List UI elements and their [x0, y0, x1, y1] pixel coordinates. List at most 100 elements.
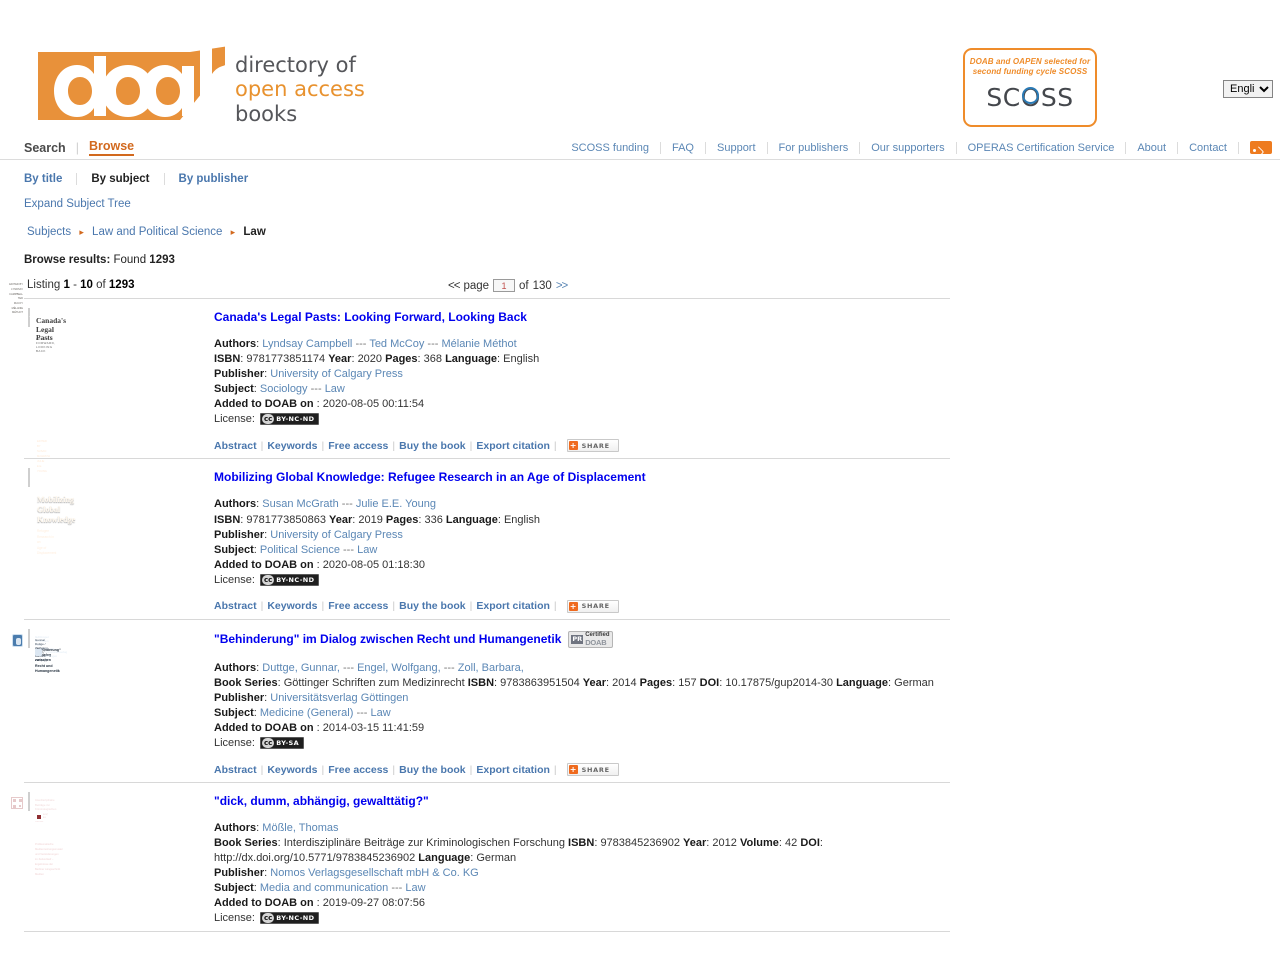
expand-subject-tree-link[interactable]: Expand Subject Tree: [24, 198, 131, 210]
author-link[interactable]: Mélanie Méthot: [441, 338, 516, 350]
publisher-link[interactable]: Universitätsverlag Göttingen: [270, 692, 408, 704]
book-cover-thumbnail[interactable]: MobilizingGlobalKnowledge Refugee Resear…: [28, 440, 75, 555]
creative-commons-license-icon[interactable]: cc BY-NC-ND: [259, 911, 320, 924]
subject-link[interactable]: Medicine (General): [260, 707, 354, 719]
nav-divider: [1238, 141, 1239, 154]
doab-label: DOAB: [585, 638, 607, 648]
publisher-link[interactable]: University of Calgary Press: [270, 529, 403, 541]
book-title-link[interactable]: Mobilizing Global Knowledge: Refugee Res…: [214, 470, 646, 484]
subject-link[interactable]: Law: [357, 544, 377, 556]
colon: :: [277, 837, 281, 850]
buy-the-book-link[interactable]: Buy the book: [399, 600, 466, 612]
breadcrumb-law-and-political-science[interactable]: Law and Political Science: [92, 226, 222, 238]
subnav-by-publisher[interactable]: By publisher: [179, 173, 249, 185]
keywords-link[interactable]: Keywords: [267, 440, 317, 452]
free-access-link[interactable]: Free access: [328, 764, 388, 776]
author-link[interactable]: Zoll, Barbara,: [458, 662, 524, 674]
cover-cell: Interdisziplinäre Beiträge zurKriminolog…: [11, 792, 214, 925]
pager-prev-button[interactable]: <<: [448, 280, 460, 292]
doab-logo[interactable]: directory of open access books: [30, 38, 365, 133]
subject-link[interactable]: Law: [325, 383, 345, 395]
publisher-label: Publisher: [214, 528, 265, 541]
subnav-by-title[interactable]: By title: [24, 173, 62, 185]
keywords-link[interactable]: Keywords: [267, 764, 317, 776]
language-value: English: [503, 513, 541, 526]
export-citation-link[interactable]: Export citation: [476, 600, 550, 612]
pager-page-input[interactable]: [493, 279, 516, 292]
colon: :: [253, 543, 257, 556]
buy-the-book-link[interactable]: Buy the book: [399, 764, 466, 776]
nav-about[interactable]: About: [1126, 142, 1177, 154]
abstract-link[interactable]: Abstract: [214, 600, 257, 612]
license-row: License: cc BY-SA: [214, 736, 950, 750]
author-link[interactable]: Ted McCoy: [369, 338, 424, 350]
pager-next-button[interactable]: >>: [556, 280, 568, 292]
nav-our-supporters[interactable]: Our supporters: [860, 142, 955, 154]
export-citation-link[interactable]: Export citation: [476, 764, 550, 776]
subject-label: Subject: [214, 383, 254, 396]
scoss-badge[interactable]: DOAB and OAPEN selected for second fundi…: [963, 48, 1097, 127]
pager-page-label: page: [463, 279, 490, 292]
creative-commons-license-icon[interactable]: cc BY-NC-ND: [259, 413, 320, 426]
separator: ---: [341, 498, 353, 511]
export-citation-link[interactable]: Export citation: [476, 440, 550, 452]
author-link[interactable]: Mößle, Thomas: [262, 822, 338, 834]
share-button[interactable]: + SHARE: [566, 439, 619, 453]
creative-commons-license-icon[interactable]: cc BY-NC-ND: [259, 573, 320, 586]
subject-label: Subject: [214, 707, 254, 720]
book-title-link[interactable]: "Behinderung" im Dialog zwischen Recht u…: [214, 632, 561, 646]
book-title-link[interactable]: Canada's Legal Pasts: Looking Forward, L…: [214, 310, 527, 324]
separator: ---: [310, 383, 322, 396]
share-button[interactable]: + SHARE: [566, 599, 619, 613]
language-value: English: [503, 353, 540, 366]
author-link[interactable]: Julie E.E. Young: [356, 498, 436, 510]
book-info: Mobilizing Global Knowledge: Refugee Res…: [214, 469, 950, 613]
subject-link[interactable]: Political Science: [260, 544, 340, 556]
nav-faq[interactable]: FAQ: [661, 142, 705, 154]
subject-link[interactable]: Law: [371, 707, 391, 719]
subnav-by-subject[interactable]: By subject: [91, 173, 149, 185]
free-access-link[interactable]: Free access: [328, 600, 388, 612]
isbn-label: ISBN: [568, 837, 595, 850]
added-label: Added to DOAB on: [214, 558, 314, 571]
nav-support[interactable]: Support: [706, 142, 767, 154]
breadcrumb-subjects[interactable]: Subjects: [27, 226, 71, 238]
separator: ---: [427, 338, 439, 350]
nav-browse[interactable]: Browse: [88, 139, 135, 156]
breadcrumb: Subjects ▸ Law and Political Science ▸ L…: [24, 226, 1256, 238]
author-link[interactable]: Susan McGrath: [262, 498, 338, 510]
nav-for-publishers[interactable]: For publishers: [768, 142, 860, 154]
keywords-link[interactable]: Keywords: [267, 600, 317, 612]
subject-link[interactable]: Law: [405, 882, 425, 894]
subject-link[interactable]: Media and communication: [260, 882, 388, 894]
nav-scoss-funding[interactable]: SCOSS funding: [560, 142, 660, 154]
volume-value: 42: [785, 837, 798, 850]
book-title-link[interactable]: "dick, dumm, abhängig, gewalttätig?": [214, 794, 429, 808]
nav-search[interactable]: Search: [24, 141, 66, 155]
nav-contact[interactable]: Contact: [1178, 142, 1238, 154]
publisher-link[interactable]: Nomos Verlagsgesellschaft mbH & Co. KG: [270, 867, 478, 879]
rss-icon[interactable]: [1250, 141, 1272, 154]
author-link[interactable]: Engel, Wolfgang,: [357, 662, 441, 674]
book-cover-thumbnail[interactable]: Göttinger Schriften zum Medizinrecht Gun…: [12, 628, 67, 673]
buy-the-book-link[interactable]: Buy the book: [399, 440, 466, 452]
found-label: Found: [113, 254, 147, 266]
book-cover-thumbnail[interactable]: Interdisziplinäre Beiträge zurKriminolog…: [11, 792, 64, 876]
nav-operas-certification-service[interactable]: OPERAS Certification Service: [957, 142, 1126, 154]
result-item: Göttinger Schriften zum Medizinrecht Gun…: [12, 620, 950, 784]
publisher-link[interactable]: University of Calgary Press: [270, 368, 403, 380]
author-link[interactable]: Duttge, Gunnar,: [262, 662, 340, 674]
author-link[interactable]: Lyndsay Campbell: [262, 338, 352, 350]
subject-link[interactable]: Sociology: [260, 383, 308, 395]
abstract-link[interactable]: Abstract: [214, 764, 257, 776]
book-cover-thumbnail[interactable]: Canada'sLegal Pasts LOOKING FORWARD, LOO…: [9, 283, 66, 353]
abstract-link[interactable]: Abstract: [214, 440, 257, 452]
creative-commons-license-icon[interactable]: cc BY-SA: [259, 737, 305, 750]
colon: :: [778, 837, 782, 850]
pages-value: 368: [423, 353, 443, 366]
free-access-link[interactable]: Free access: [328, 440, 388, 452]
book-title-row: Canada's Legal Pasts: Looking Forward, L…: [214, 310, 950, 324]
language-select[interactable]: English: [1223, 80, 1273, 98]
action-divider: |: [321, 763, 325, 776]
share-button[interactable]: + SHARE: [566, 763, 619, 777]
